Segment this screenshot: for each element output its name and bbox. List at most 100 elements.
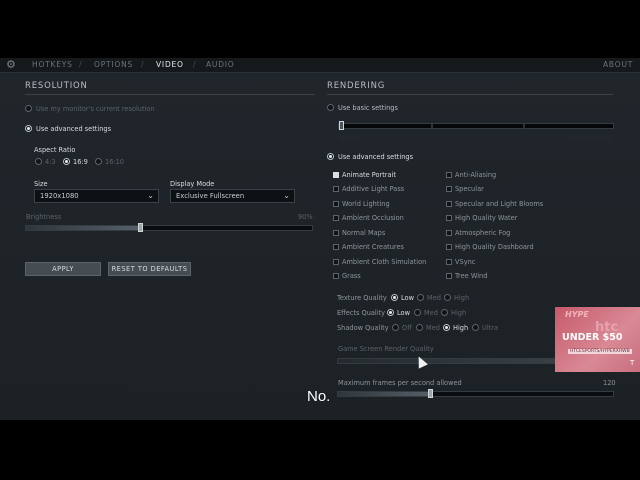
max-fps-knob[interactable] — [428, 389, 433, 398]
size-dropdown[interactable]: 1920x1080 ⌄ — [34, 189, 159, 203]
max-fps-slider[interactable] — [337, 389, 614, 398]
shadow-off-label[interactable]: Off — [402, 324, 412, 332]
checkbox-label[interactable]: Animate Portrait — [342, 171, 396, 179]
aspect-16-9-radio[interactable] — [63, 158, 70, 165]
texture-high-radio[interactable] — [444, 294, 451, 301]
normal-maps-checkbox[interactable] — [333, 230, 339, 236]
aspect-4-3-label[interactable]: 4:3 — [45, 158, 56, 166]
shadow-med-radio[interactable] — [416, 324, 423, 331]
specular-checkbox[interactable] — [446, 186, 452, 192]
animate-portrait-checkbox[interactable] — [333, 172, 339, 178]
tab-audio[interactable]: AUDIO — [206, 60, 235, 69]
checkbox-label[interactable]: World Lighting — [342, 200, 390, 208]
top-nav-bar: ⚙ HOTKEYS / OPTIONS / VIDEO / AUDIO ABOU… — [0, 58, 640, 73]
checkbox-label[interactable]: Specular — [455, 185, 484, 193]
tab-separator: / — [79, 60, 82, 69]
shadow-high-label[interactable]: High — [453, 324, 468, 332]
high-quality-dashboard-checkbox[interactable] — [446, 244, 452, 250]
shadow-med-label[interactable]: Med — [426, 324, 440, 332]
use-monitor-resolution-radio[interactable] — [25, 105, 32, 112]
brightness-knob[interactable] — [138, 223, 143, 232]
effects-low-label[interactable]: Low — [397, 309, 410, 317]
ad-tail: T — [630, 359, 635, 367]
basic-best-looking-label: Best Looking — [569, 134, 612, 142]
use-advanced-resolution-label[interactable]: Use advanced settings — [36, 125, 111, 133]
aspect-16-10-radio[interactable] — [95, 158, 102, 165]
advertisement-overlay[interactable]: HYPE htc UNDER $50 HTCESPORTS/HYPERXHWB … — [555, 307, 640, 372]
effects-med-label[interactable]: Med — [424, 309, 438, 317]
atmospheric-fog-checkbox[interactable] — [446, 230, 452, 236]
checkbox-label[interactable]: Ambient Cloth Simulation — [342, 258, 426, 266]
anti-aliasing-checkbox[interactable] — [446, 172, 452, 178]
world-lighting-checkbox[interactable] — [333, 201, 339, 207]
about-link[interactable]: ABOUT — [603, 60, 633, 69]
checkbox-label[interactable]: Ambient Creatures — [342, 243, 404, 251]
use-advanced-rendering-radio[interactable] — [327, 153, 334, 160]
ambient-cloth-simulation-checkbox[interactable] — [333, 259, 339, 265]
checkbox-label[interactable]: Specular and Light Blooms — [455, 200, 543, 208]
chevron-down-icon: ⌄ — [283, 191, 290, 200]
display-mode-dropdown[interactable]: Exclusive Fullscreen ⌄ — [170, 189, 295, 203]
checkbox-label[interactable]: Tree Wind — [455, 272, 487, 280]
texture-low-label[interactable]: Low — [401, 294, 414, 302]
use-basic-rendering-label[interactable]: Use basic settings — [338, 104, 398, 112]
checkbox-label[interactable]: Additive Light Pass — [342, 185, 404, 193]
effects-high-radio[interactable] — [441, 309, 448, 316]
apply-button[interactable]: APPLY — [25, 262, 101, 276]
aspect-16-10-label[interactable]: 16:10 — [105, 158, 124, 166]
grass-checkbox[interactable] — [333, 273, 339, 279]
shadow-ultra-label[interactable]: Ultra — [482, 324, 498, 332]
checkbox-label[interactable]: Normal Maps — [342, 229, 385, 237]
texture-med-radio[interactable] — [417, 294, 424, 301]
checkbox-label[interactable]: Ambient Occlusion — [342, 214, 404, 222]
basic-quality-knob[interactable] — [339, 121, 344, 130]
display-mode-value: Exclusive Fullscreen — [176, 192, 245, 200]
high-quality-water-checkbox[interactable] — [446, 215, 452, 221]
use-monitor-resolution-label[interactable]: Use my monitor's current resolution — [36, 105, 155, 113]
reset-to-defaults-button[interactable]: RESET TO DEFAULTS — [108, 262, 191, 276]
shadow-high-radio[interactable] — [443, 324, 450, 331]
shadow-ultra-radio[interactable] — [472, 324, 479, 331]
aspect-4-3-radio[interactable] — [35, 158, 42, 165]
checkbox-label[interactable]: Grass — [342, 272, 361, 280]
texture-quality-label: Texture Quality — [337, 294, 387, 302]
checkbox-label[interactable]: VSync — [455, 258, 475, 266]
additive-light-pass-checkbox[interactable] — [333, 186, 339, 192]
tab-options[interactable]: OPTIONS — [94, 60, 133, 69]
effects-med-radio[interactable] — [414, 309, 421, 316]
effects-high-label[interactable]: High — [451, 309, 466, 317]
checkbox-label[interactable]: Atmospheric Fog — [455, 229, 510, 237]
ambient-occlusion-checkbox[interactable] — [333, 215, 339, 221]
ad-brand: HYPE — [565, 310, 589, 319]
ad-price: UNDER $50 — [562, 332, 623, 343]
use-advanced-rendering-label[interactable]: Use advanced settings — [338, 153, 413, 161]
ambient-creatures-checkbox[interactable] — [333, 244, 339, 250]
tab-separator: / — [141, 60, 144, 69]
render-quality-label: Game Screen Render Quality — [338, 345, 434, 353]
effects-low-radio[interactable] — [387, 309, 394, 316]
texture-high-label[interactable]: High — [454, 294, 469, 302]
basic-quality-slider[interactable] — [338, 121, 614, 130]
brightness-label: Brightness — [26, 213, 62, 221]
size-label: Size — [34, 180, 48, 188]
resolution-title: RESOLUTION — [25, 81, 88, 91]
texture-med-label[interactable]: Med — [427, 294, 441, 302]
use-advanced-resolution-radio[interactable] — [25, 125, 32, 132]
checkbox-label[interactable]: High Quality Dashboard — [455, 243, 534, 251]
aspect-16-9-label[interactable]: 16:9 — [73, 158, 88, 166]
brightness-fill — [26, 226, 141, 230]
use-basic-rendering-radio[interactable] — [327, 104, 334, 111]
tab-video[interactable]: VIDEO — [156, 60, 184, 69]
specular-light-blooms-checkbox[interactable] — [446, 201, 452, 207]
gear-icon[interactable]: ⚙ — [6, 58, 16, 71]
texture-low-radio[interactable] — [391, 294, 398, 301]
brightness-slider[interactable] — [25, 223, 313, 232]
size-value: 1920x1080 — [40, 192, 79, 200]
checkbox-label[interactable]: Anti-Aliasing — [455, 171, 496, 179]
display-mode-label: Display Mode — [170, 180, 215, 188]
shadow-off-radio[interactable] — [392, 324, 399, 331]
checkbox-label[interactable]: High Quality Water — [455, 214, 517, 222]
vsync-checkbox[interactable] — [446, 259, 452, 265]
tab-hotkeys[interactable]: HOTKEYS — [32, 60, 73, 69]
tree-wind-checkbox[interactable] — [446, 273, 452, 279]
